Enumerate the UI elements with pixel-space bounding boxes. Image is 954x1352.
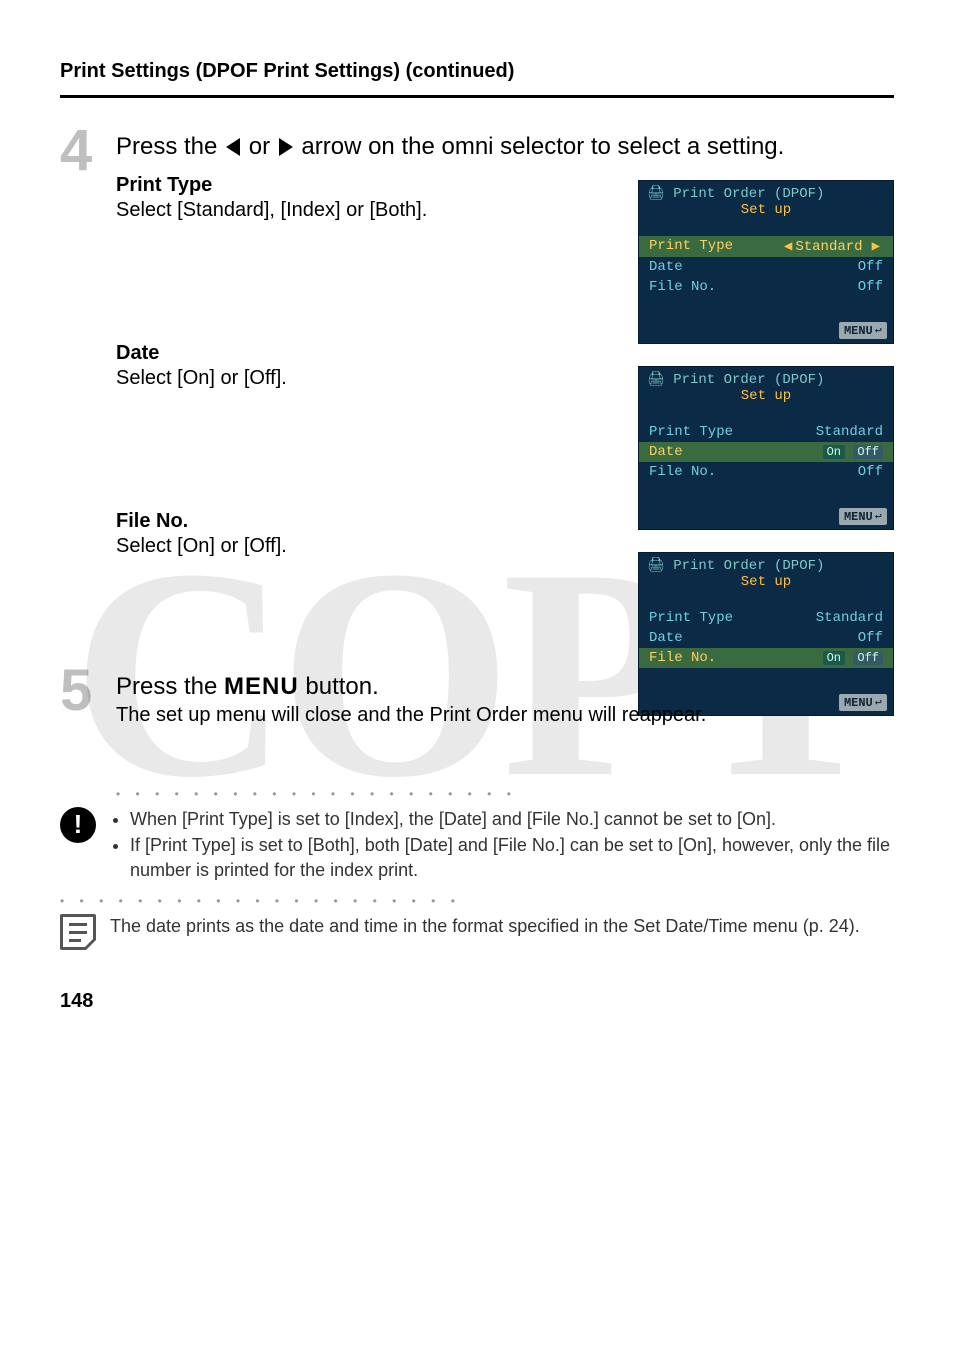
screenshot-row-selected: Date On Off — [639, 442, 893, 462]
note-caution-1: When [Print Type] is set to [Index], the… — [130, 807, 894, 831]
screenshot-row-selected: Print Type ◀Standard▶ — [639, 236, 893, 257]
screenshot-date: 🖨 Print Order (DPOF) Set up Print TypeSt… — [638, 366, 894, 530]
screenshot-row-selected: File No. On Off — [639, 648, 893, 668]
step-5-text: The set up menu will close and the Print… — [116, 704, 894, 727]
dots-separator: • • • • • • • • • • • • • • • • • • • • … — [60, 894, 894, 908]
step-5-number: 5 — [60, 662, 116, 720]
note-info: The date prints as the date and time in … — [60, 914, 894, 950]
left-arrow-icon — [226, 138, 240, 156]
step-4: 4 Press the or arrow on the omni selecto… — [60, 128, 894, 648]
note-caution-2: If [Print Type] is set to [Both], both [… — [130, 833, 894, 882]
step-4-title: Press the or arrow on the omni selector … — [116, 132, 894, 162]
group-date-label: Date — [116, 342, 894, 365]
page-number: 148 — [60, 990, 894, 1013]
step-5-title: Press the MENU button. — [116, 672, 894, 702]
dots-separator: • • • • • • • • • • • • • • • • • • • • … — [116, 787, 894, 801]
note-caution: ! When [Print Type] is set to [Index], t… — [60, 807, 894, 884]
caution-icon: ! — [60, 807, 96, 843]
step-5: 5 Press the MENU button. The set up menu… — [60, 668, 894, 727]
page-icon — [60, 914, 96, 950]
section-header: Print Settings (DPOF Print Settings) (co… — [60, 60, 894, 98]
note-info-text: The date prints as the date and time in … — [110, 914, 860, 938]
right-arrow-icon — [279, 138, 293, 156]
screenshot-print-type: 🖨 Print Order (DPOF) Set up Print Type ◀… — [638, 180, 894, 344]
notes-area: • • • • • • • • • • • • • • • • • • • • … — [60, 787, 894, 950]
step-4-number: 4 — [60, 122, 116, 180]
